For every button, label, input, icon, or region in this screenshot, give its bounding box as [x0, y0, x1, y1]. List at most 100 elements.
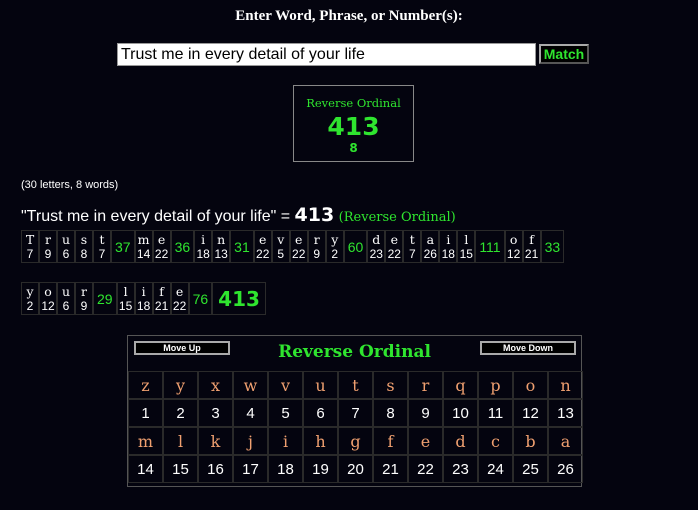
cipher-letter: j — [233, 427, 268, 455]
cipher-letter: x — [198, 371, 233, 399]
letter-char: y — [26, 283, 34, 299]
cipher-number: 15 — [163, 455, 198, 483]
letter-char: v — [277, 231, 285, 247]
letter-cell: e 22 — [170, 282, 189, 315]
letter-cell: y2 — [325, 230, 344, 263]
cipher-letter: y — [163, 371, 198, 399]
letter-char: e — [295, 231, 303, 247]
letter-value: 7 — [98, 246, 106, 261]
cipher-table: Move Up Reverse Ordinal Move Down zyxwvu… — [127, 335, 583, 487]
word-group: l 15 i 18 f 21 e 22 76 — [116, 282, 213, 315]
letter-char: r — [81, 283, 87, 299]
breakdown-row-2: y 2 o 12 u 6 r 9 29 l 15 i 18 f 21 e 22 76 413 — [21, 282, 266, 315]
letter-cell: y2 — [21, 282, 39, 315]
cipher-number: 16 — [198, 455, 233, 483]
result-box: Reverse Ordinal 413 8 — [293, 85, 414, 162]
letter-char: e — [390, 231, 399, 247]
letter-char: i — [141, 283, 146, 299]
cipher-letter: q — [443, 371, 478, 399]
letter-cell: i 18 — [134, 282, 153, 315]
letter-value: 5 — [277, 246, 285, 261]
letter-char: t — [409, 231, 415, 247]
letter-value: 6 — [62, 298, 70, 313]
letter-char: l — [464, 231, 469, 247]
letter-value: 26 — [423, 246, 437, 261]
letter-char: i — [201, 231, 206, 247]
letter-value: 15 — [118, 298, 133, 313]
letter-value: 7 — [26, 246, 34, 261]
cipher-number: 24 — [478, 455, 513, 483]
breakdown-total: 413 — [212, 282, 266, 315]
letter-cell: e 22 — [289, 230, 308, 263]
letter-char: o — [44, 283, 52, 299]
letter-cell: r9 — [307, 230, 326, 263]
search-input[interactable] — [117, 43, 536, 66]
letter-value: 9 — [44, 246, 52, 261]
result-value: 413 — [327, 112, 380, 141]
letter-cell: m 14 — [134, 230, 153, 263]
cipher-letter: k — [198, 427, 233, 455]
word-sum: 60 — [343, 230, 368, 263]
cipher-letter: c — [478, 427, 513, 455]
letter-char: r — [313, 231, 320, 247]
cipher-number: 2 — [163, 399, 198, 427]
phrase-value: 413 — [294, 204, 335, 226]
letter-value: 12 — [506, 246, 521, 261]
letter-cell: f 21 — [522, 230, 541, 263]
letter-char: d — [372, 231, 381, 247]
letter-char: a — [426, 231, 435, 247]
letter-cell: d 23 — [367, 230, 386, 263]
letter-value: 18 — [441, 246, 455, 261]
word-group: d 23 e 22 t 7 a 26 i 18 l 15 111 — [367, 230, 505, 263]
letter-value: 12 — [41, 298, 55, 313]
letter-char: n — [217, 231, 226, 247]
letter-value: 8 — [80, 246, 88, 261]
letter-value: 13 — [214, 246, 228, 261]
move-down-button[interactable]: Move Down — [480, 341, 576, 355]
cipher-letter: d — [443, 427, 478, 455]
cipher-number: 9 — [408, 399, 443, 427]
letter-char: s — [80, 231, 88, 247]
breakdown-row-1: T 7 r 9 u 6 s 8 t 7 37 m 14 e 22 36 i 18 n 13 31 e 22 v 5 e 22 r 9 y 2… — [21, 230, 565, 263]
letter-char: f — [159, 283, 164, 299]
word-group: m 14 e 22 36 — [134, 230, 195, 263]
letter-value: 6 — [62, 246, 70, 261]
cipher-letter: n — [548, 371, 583, 399]
letter-char: e — [175, 283, 184, 299]
letter-cell: v5 — [271, 230, 290, 263]
letter-value: 21 — [154, 298, 169, 313]
cipher-number: 14 — [128, 455, 163, 483]
cipher-number: 5 — [268, 399, 303, 427]
word-sum: 31 — [230, 230, 254, 263]
word-group: i 18 n 13 31 — [194, 230, 254, 263]
letter-char: o — [509, 231, 518, 247]
letter-cell: e 22 — [385, 230, 404, 263]
cipher-letter: v — [268, 371, 303, 399]
letter-value: 7 — [408, 246, 416, 261]
letter-cell: s8 — [75, 230, 93, 263]
letter-cell: e 22 — [253, 230, 272, 263]
letter-value: 23 — [369, 246, 383, 261]
match-button[interactable]: Match — [539, 44, 589, 64]
cipher-letter: u — [303, 371, 338, 399]
letter-cell: l 15 — [116, 282, 135, 315]
cipher-table-header: Move Up Reverse Ordinal Move Down — [128, 336, 581, 371]
cipher-letter: f — [373, 427, 408, 455]
letter-char: e — [157, 231, 166, 247]
phrase-text: "Trust me in every detail of your life" … — [21, 208, 291, 225]
letter-char: m — [137, 231, 150, 247]
word-group: T 7 r 9 u 6 s 8 t 7 37 — [21, 230, 135, 263]
letter-char: i — [446, 231, 451, 247]
cipher-letter: o — [513, 371, 548, 399]
word-sum: 36 — [170, 230, 195, 263]
letter-char: y — [331, 231, 339, 247]
letter-cell: t7 — [403, 230, 422, 263]
letter-cell: t7 — [93, 230, 111, 263]
letter-cell: l 15 — [457, 230, 476, 263]
letter-char: T — [25, 231, 35, 247]
cipher-letter: a — [548, 427, 583, 455]
cipher-number: 23 — [443, 455, 478, 483]
word-group: e 22 v 5 e 22 r 9 y 2 60 — [253, 230, 368, 263]
word-sum: 33 — [540, 230, 565, 263]
result-reduction: 8 — [349, 141, 358, 155]
